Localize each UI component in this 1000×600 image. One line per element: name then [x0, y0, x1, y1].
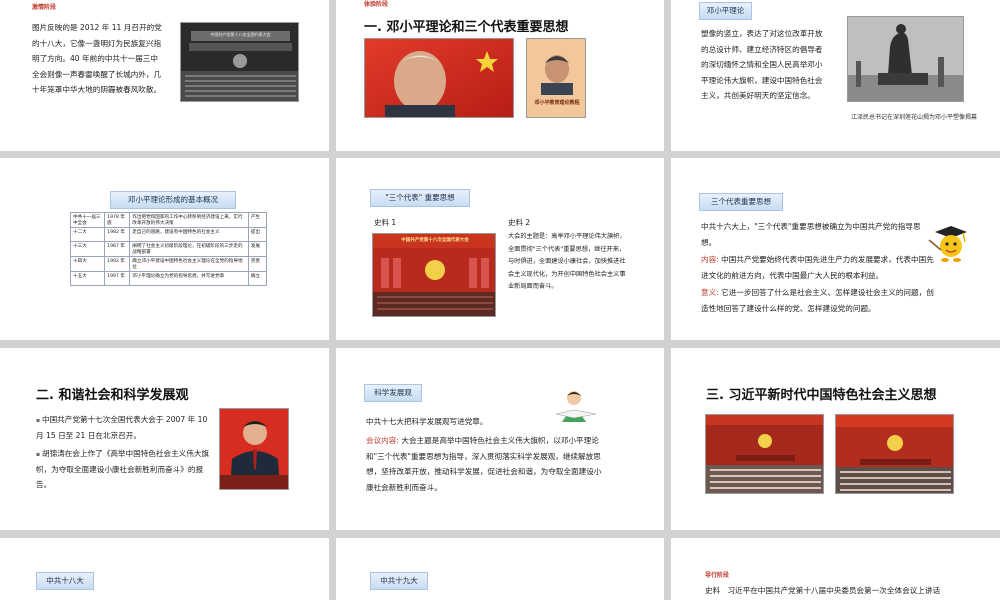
slide-title: 三. 习近平新时代中国特色社会主义思想	[706, 388, 937, 403]
book-cover-image: 邓小平教育理论教程	[526, 38, 586, 118]
source-line: 史料 习近平在中国共产党第十八届中央委员会第一次全体会议上讲话	[705, 583, 995, 599]
congress-hall-photo: 中国共产党第十八次全国代表大会	[180, 22, 299, 102]
section-tab: 邓小平理论	[699, 2, 752, 20]
table-cell: 产生	[247, 212, 268, 228]
source-1-label: 史料 1	[374, 218, 397, 227]
cartoon-teacher-icon	[925, 224, 973, 264]
slide-title: 二. 和谐社会和科学发展观	[36, 388, 189, 403]
slide-body-text: 图片反映的是 2012 年 11 月召开的党的十八大，它像一盏明灯为民族复兴指明…	[32, 23, 162, 94]
slide-4-thumbnail[interactable]: 邓小平理论形成的基本概况 中共十一届三中全会 1978 年底 作出把党和国家的工…	[0, 158, 329, 340]
section-tab: "三个代表" 重要思想	[370, 189, 470, 207]
section-tab: 三个代表重要思想	[699, 193, 783, 211]
slide-10-thumbnail[interactable]: 中共十八大	[0, 538, 329, 600]
meeting-content-text: 大会主题是高举中国特色社会主义伟大旗帜，以邓小平理论和"三个代表"重要思想为指导…	[366, 436, 602, 492]
table-cell: 提出	[247, 227, 268, 242]
slide-11-thumbnail[interactable]: 中共十九大	[336, 538, 664, 600]
congress-photo-left	[705, 414, 824, 494]
sixteenth-congress-photo: 中国共产党第十六次全国代表大会	[372, 233, 496, 317]
stage-tag: 导行阶段	[705, 572, 730, 579]
table-row: 十四大 1992 年 确立邓小平建设中国特色社会主义理论在全党的指导地位 完善	[69, 256, 268, 272]
source-text: 习近平在中国共产党第十八届中央委员会第一次全体会议上讲话	[727, 586, 941, 595]
slide-intro-text: 中共十六大上，"三个代表"重要思想被确立为中国共产党的指导思想。	[701, 222, 921, 247]
bullet-item: ▪ 中国共产党第十七次全国代表大会于 2007 年 10 月 15 日至 21 …	[36, 412, 212, 443]
slide-title: 一. 邓小平理论和三个代表重要思想	[364, 20, 569, 35]
table-cell: 作出把党和国家的工作中心转移到经济建设上来，实行改革开放的伟大决策	[129, 212, 249, 228]
photo-banner-text: 中国共产党第十八次全国代表大会	[210, 32, 271, 37]
table-row: 十二大 1982 年 走自己的道路，建设有中国特色的社会主义 提出	[69, 227, 268, 242]
table-cell: 走自己的道路，建设有中国特色的社会主义	[129, 227, 249, 242]
slide-3-thumbnail[interactable]: 邓小平理论 塑像的竖立，表达了对这位改革开放的总设计师、建立经济特区的倡导者的深…	[671, 0, 1000, 151]
bullet-item: ▪ 胡锦涛在会上作了《高举中国特色社会主义伟大旗帜，为夺取全面建设小康社会新胜利…	[36, 446, 212, 492]
meeting-content-label: 会议内容:	[366, 436, 399, 445]
meaning-text: 它进一步回答了什么是社会主义、怎样建设社会主义的问题，创造性地回答了建设什么样的…	[701, 288, 934, 313]
table-cell: 1992 年	[104, 256, 131, 272]
photo-banner-text: 中国共产党第十六次全国代表大会	[401, 238, 469, 243]
slide-8-thumbnail[interactable]: 科学发展观 中共十七大把科学发展观写进党章。 会议内容: 大会主题是高举中国特色…	[336, 348, 664, 530]
slide-2-thumbnail[interactable]: 体验阶段 一. 邓小平理论和三个代表重要思想 邓小平教育理论教程	[336, 0, 664, 151]
table-cell: 阐明了社会主义初级阶段理论，在初级阶段的三步走的战略部署	[129, 241, 249, 257]
deng-xiaoping-photo	[364, 38, 514, 118]
section-tab: 中共十八大	[36, 572, 94, 590]
table-cell: 十二大	[69, 227, 106, 242]
content-paragraph: 内容: 中国共产党要始终代表中国先进生产力的发展要求，代表中国先进文化的前进方向…	[701, 252, 936, 283]
slide-intro-text: 中共十七大把科学发展观写进党章。	[366, 417, 488, 426]
hu-jintao-photo	[219, 408, 289, 490]
table-cell: 1978 年底	[104, 212, 131, 228]
table-row: 十五大 1997 年 邓小平理论确立为党的指导思想，并写进党章 确立	[69, 271, 268, 286]
slide-5-thumbnail[interactable]: "三个代表" 重要思想 史料 1 史料 2 中国共产党第十六次全国代表大会 大会…	[336, 158, 664, 340]
table-cell: 十四大	[69, 256, 106, 272]
meaning-label: 意义:	[701, 288, 719, 297]
meaning-paragraph: 意义: 它进一步回答了什么是社会主义、怎样建设社会主义的问题，创造性地回答了建设…	[701, 285, 936, 316]
slide-body-text: 塑像的竖立，表达了对这位改革开放的总设计师、建立经济特区的倡导者的深切缅怀之情和…	[701, 29, 823, 100]
table-row: 中共十一届三中全会 1978 年底 作出把党和国家的工作中心转移到经济建设上来，…	[69, 212, 268, 228]
slide-7-thumbnail[interactable]: 二. 和谐社会和科学发展观 ▪ 中国共产党第十七次全国代表大会于 2007 年 …	[0, 348, 329, 530]
congress-photo-right	[835, 414, 954, 494]
slide-6-thumbnail[interactable]: 三个代表重要思想 中共十六大上，"三个代表"重要思想被确立为中国共产党的指导思想…	[671, 158, 1000, 340]
bullet-text: 中国共产党第十七次全国代表大会于 2007 年 10 月 15 日至 21 日在…	[36, 415, 208, 440]
meeting-content-paragraph: 会议内容: 大会主题是高举中国特色社会主义伟大旗帜，以邓小平理论和"三个代表"重…	[366, 433, 606, 495]
table-cell: 十五大	[69, 271, 106, 286]
table-cell: 1982 年	[104, 227, 131, 242]
deng-statue-photo	[847, 16, 964, 102]
source-2-label: 史料 2	[508, 218, 531, 227]
table-cell: 邓小平理论确立为党的指导思想，并写进党章	[129, 271, 249, 286]
table-cell: 1997 年	[104, 271, 131, 286]
section-tab: 科学发展观	[364, 384, 422, 402]
content-label: 内容:	[701, 255, 719, 264]
table-cell: 确立	[247, 271, 268, 286]
stage-tag: 体验阶段	[364, 1, 389, 8]
table-cell: 十三大	[69, 241, 106, 257]
content-text: 中国共产党要始终代表中国先进生产力的发展要求，代表中国先进文化的前进方向，代表中…	[701, 255, 934, 280]
section-tab: 邓小平理论形成的基本概况	[110, 191, 236, 209]
table-cell: 发展	[247, 241, 268, 257]
table-cell: 确立邓小平建设中国特色社会主义理论在全党的指导地位	[129, 256, 249, 272]
table-cell: 中共十一届三中全会	[69, 212, 106, 228]
table-row: 十三大 1987 年 阐明了社会主义初级阶段理论，在初级阶段的三步走的战略部署 …	[69, 241, 268, 257]
slide-12-thumbnail[interactable]: 导行阶段 史料 习近平在中国共产党第十八届中央委员会第一次全体会议上讲话	[671, 538, 1000, 600]
table-cell: 1987 年	[104, 241, 131, 257]
table-cell: 完善	[247, 256, 268, 272]
bullet-text: 胡锦涛在会上作了《高举中国特色社会主义伟大旗帜，为夺取全面建设小康社会新胜利而奋…	[36, 449, 210, 489]
formation-overview-table: 中共十一届三中全会 1978 年底 作出把党和国家的工作中心转移到经济建设上来，…	[69, 212, 268, 286]
book-title: 邓小平教育理论教程	[534, 100, 580, 106]
slide-9-thumbnail[interactable]: 三. 习近平新时代中国特色社会主义思想	[671, 348, 1000, 530]
section-tab: 中共十九大	[370, 572, 428, 590]
source-2-text: 大会的主题是：高举邓小平理论伟大旗帜，全面贯彻"三个代表"重要思想，继往开来，与…	[508, 233, 626, 291]
stage-tag: 激情阶段	[32, 4, 57, 11]
slide-1-thumbnail[interactable]: 激情阶段 图片反映的是 2012 年 11 月召开的党的十八大，它像一盏明灯为民…	[0, 0, 329, 151]
source-label: 史料	[705, 586, 721, 595]
photo-caption: 江泽民总书记在深圳莲花山揭为邓小平塑像揭幕	[850, 114, 977, 121]
